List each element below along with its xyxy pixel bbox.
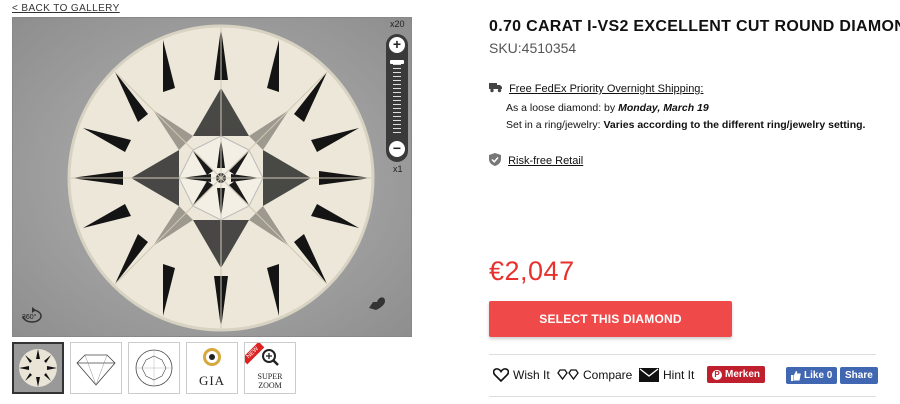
super-zoom-line1: SUPER	[257, 372, 283, 381]
diamond-photo-icon	[14, 344, 62, 392]
diamond-profile-icon	[76, 354, 116, 386]
thumbnail-profile-diagram[interactable]	[70, 342, 122, 394]
product-price: €2,047	[489, 256, 575, 286]
zoom-max-label: x20	[390, 19, 405, 29]
wish-it-button[interactable]: Wish It	[493, 364, 550, 386]
zoom-slider-ticks	[393, 60, 401, 136]
facebook-share-label: Share	[845, 370, 873, 381]
thumbnail-photo[interactable]	[12, 342, 64, 394]
compare-label: Compare	[583, 368, 633, 382]
back-to-gallery-link[interactable]: < BACK TO GALLERY	[12, 3, 120, 14]
truck-icon	[489, 83, 502, 93]
thumbnail-super-zoom[interactable]: NEW SUPER ZOOM	[244, 342, 296, 394]
actions-divider-top	[489, 354, 876, 355]
ring-shipping-value: Varies according to the different ring/j…	[603, 119, 866, 131]
wish-it-label: Wish It	[513, 368, 550, 382]
loose-diamond-date: Monday, March 19	[618, 102, 709, 114]
zoom-min-label: x1	[393, 164, 403, 174]
actions-divider-bottom	[489, 396, 876, 397]
pinterest-label: Merken	[725, 369, 761, 380]
shipping-info-link[interactable]: Free FedEx Priority Overnight Shipping:	[509, 83, 703, 95]
thumbnail-top-diagram[interactable]	[128, 342, 180, 394]
facebook-share-button[interactable]: Share	[840, 367, 878, 384]
risk-free-retail-link[interactable]: Risk-free Retail	[508, 155, 583, 167]
select-diamond-button[interactable]: SELECT THIS DIAMOND	[489, 301, 732, 337]
rotate-360-label: 360°	[22, 313, 37, 321]
shipping-heading-row: Free FedEx Priority Overnight Shipping:	[489, 82, 703, 95]
thumbnail-gia-certificate[interactable]: GIA	[186, 342, 238, 394]
social-actions-bar: Wish It Compare Hint It P Merken Like 0 …	[489, 364, 878, 386]
pinterest-icon: P	[712, 369, 722, 380]
compare-diamonds-icon	[557, 369, 579, 381]
gia-seal-icon	[203, 348, 221, 366]
zoom-slider-handle[interactable]	[390, 60, 404, 64]
heart-icon	[493, 368, 509, 382]
magnifier-icon	[262, 349, 279, 366]
envelope-icon	[639, 368, 659, 382]
diamond-image	[13, 18, 411, 336]
diamond-top-view-icon	[135, 349, 173, 387]
facebook-like-button[interactable]: Like 0	[786, 367, 838, 384]
super-zoom-label: SUPER ZOOM	[245, 372, 295, 390]
hint-it-label: Hint It	[663, 368, 695, 382]
hint-it-button[interactable]: Hint It	[639, 364, 694, 386]
zoom-out-button[interactable]: −	[389, 141, 405, 157]
gia-label: GIA	[198, 373, 226, 388]
ring-shipping: Set in a ring/jewelry: Varies according …	[506, 119, 865, 131]
shield-check-icon	[489, 153, 501, 166]
zoom-in-button[interactable]: +	[389, 37, 405, 53]
loose-diamond-shipping: As a loose diamond: by Monday, March 19	[506, 102, 709, 114]
super-zoom-line2: ZOOM	[258, 381, 282, 390]
hand-heart-icon[interactable]	[363, 288, 389, 314]
facebook-like-label: Like 0	[804, 370, 833, 381]
rotate-360-icon[interactable]: 360°	[19, 302, 45, 328]
product-sku: SKU:4510354	[489, 40, 577, 56]
diamond-viewer[interactable]: x20 + − x1 360°	[12, 17, 412, 337]
loose-diamond-label: As a loose diamond: by	[506, 102, 619, 114]
product-title: 0.70 CARAT I-VS2 EXCELLENT CUT ROUND DIA…	[489, 18, 900, 35]
compare-button[interactable]: Compare	[557, 364, 632, 386]
thumbs-up-icon	[791, 370, 801, 381]
pinterest-save-button[interactable]: P Merken	[707, 366, 766, 383]
ring-shipping-label: Set in a ring/jewelry:	[506, 119, 604, 131]
risk-free-retail-row: Risk-free Retail	[489, 153, 583, 167]
